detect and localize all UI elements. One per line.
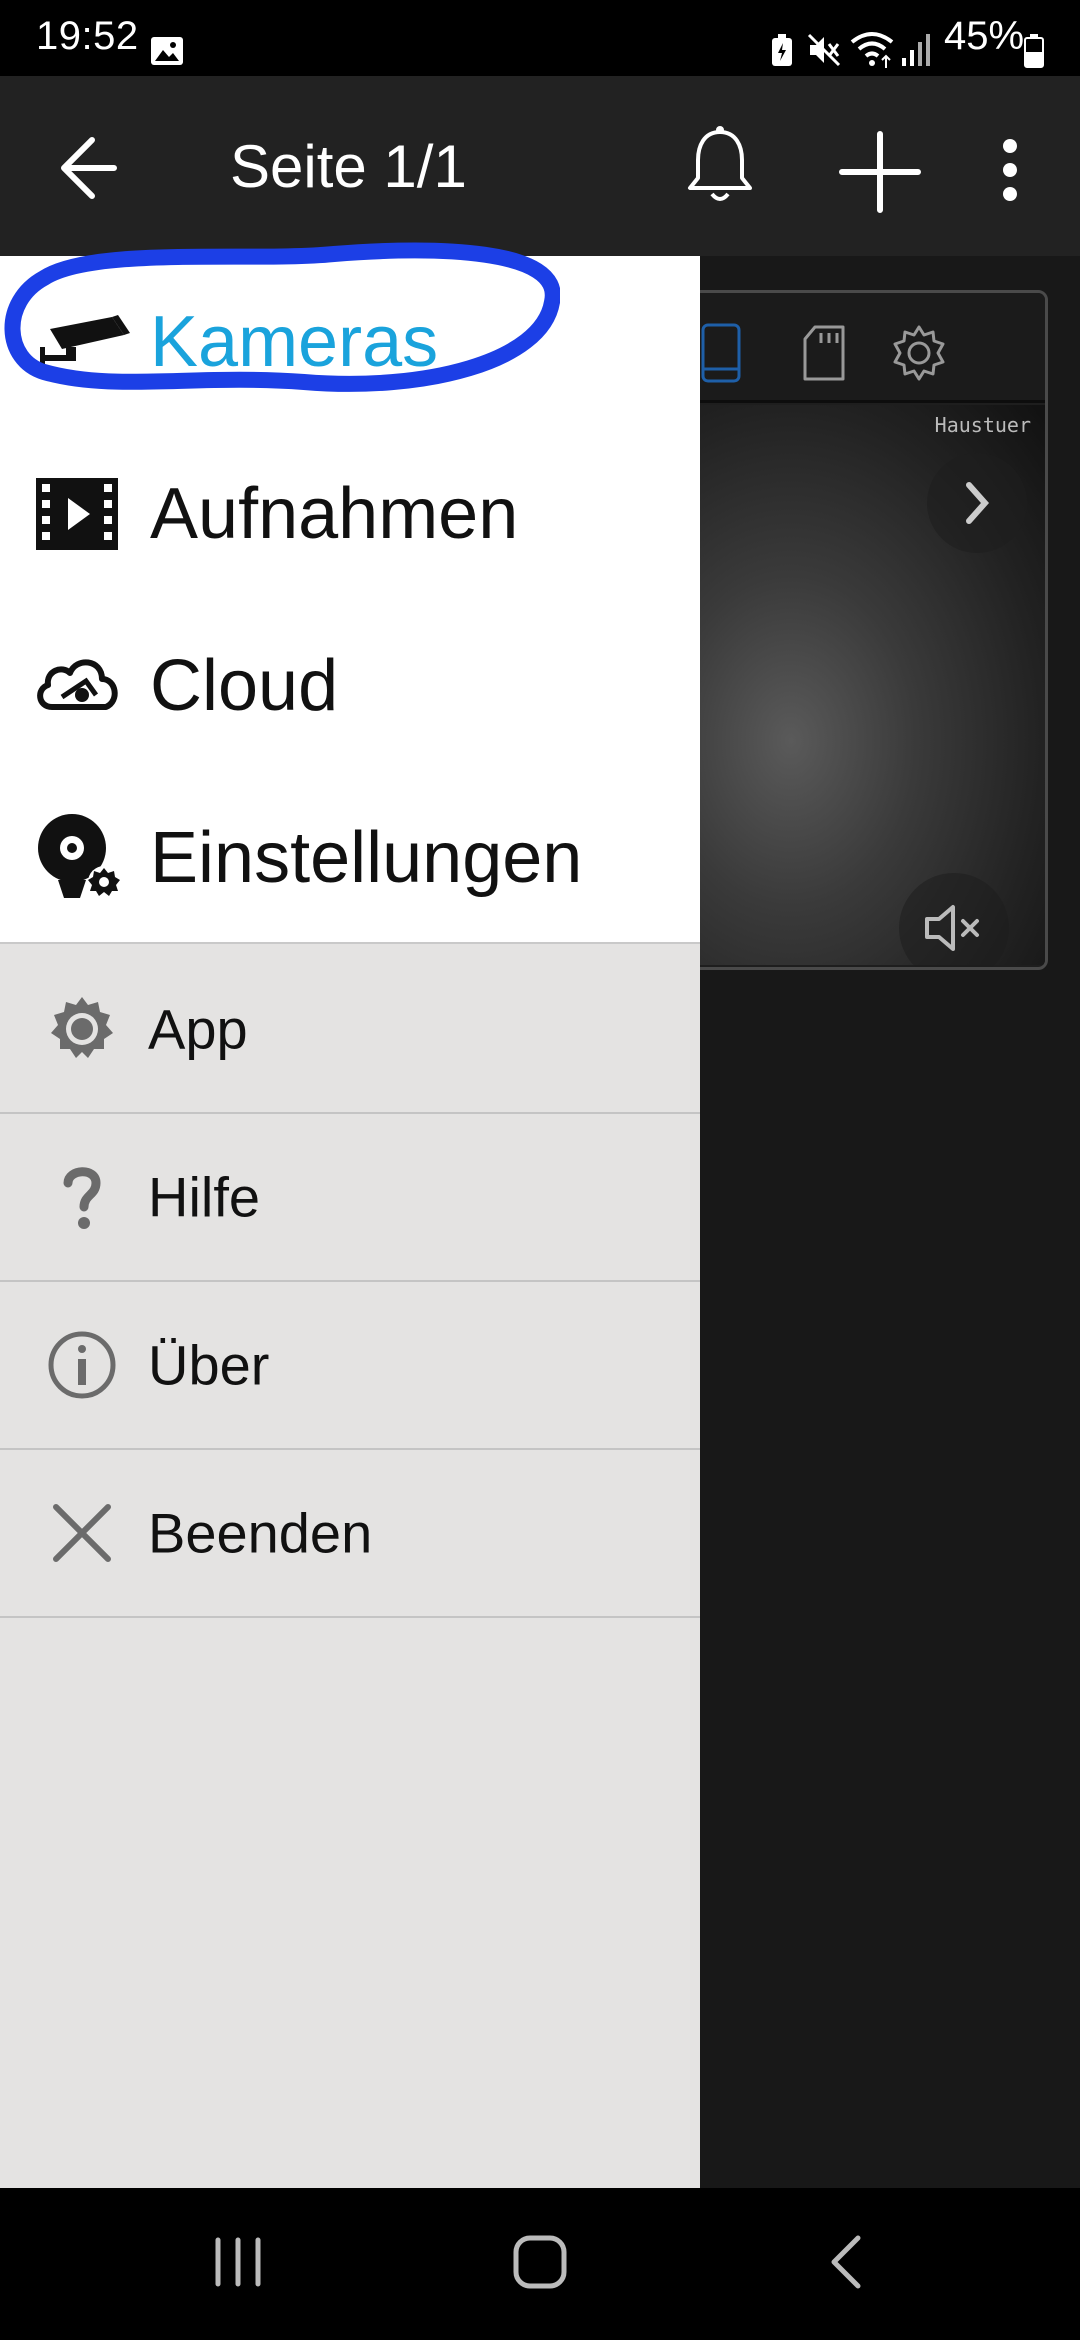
menu-item-label: Kameras [150,302,439,382]
signal-icon [902,34,930,66]
status-bar: 19:52 45% [0,0,1080,76]
menu-item-label: App [148,997,248,1061]
menu-item-beenden[interactable]: Beenden [0,1450,700,1618]
back-icon[interactable] [820,2232,876,2292]
wifi-icon [850,32,894,68]
menu-item-hilfe[interactable]: Hilfe [0,1114,700,1282]
home-icon[interactable] [510,2232,570,2292]
video-film-icon [36,478,118,550]
security-camera-icon [40,315,130,369]
menu-item-label: Hilfe [148,1165,261,1229]
menu-item-label: Einstellungen [150,818,583,898]
chevron-right-icon[interactable] [927,453,1027,553]
cloud-icon [37,659,118,710]
menu-item-label: Aufnahmen [150,474,519,554]
menu-item-kameras[interactable]: Kameras [0,242,700,428]
gallery-icon [151,37,183,65]
gear-icon [51,997,113,1058]
camera-settings-icon [38,814,120,898]
page-title: Seite 1/1 [230,133,467,200]
menu-item-label: Cloud [150,646,339,726]
camera-name: Haustuer [934,413,1031,437]
menu-item-aufnahmen[interactable]: Aufnahmen [0,428,700,600]
battery-saver-icon [772,34,792,66]
phone-icon[interactable] [699,323,743,383]
info-icon [48,1331,116,1399]
camera-gear-icon[interactable] [889,323,949,383]
system-nav-bar [0,2188,1080,2340]
battery-percentage: 45% [944,14,1025,58]
menu-item-cloud[interactable]: Cloud [0,600,700,772]
sd-card-icon[interactable] [799,323,849,383]
bell-icon[interactable] [680,122,760,212]
more-vert-icon[interactable] [990,134,1030,214]
recents-icon[interactable] [210,2232,266,2292]
menu-item-app[interactable]: App [0,946,700,1114]
menu-item-label: Über [148,1333,270,1397]
menu-item-ueber[interactable]: Über [0,1282,700,1450]
drawer-primary-section: Kameras Aufnahmen Cloud Einstellungen [0,242,700,944]
menu-item-label: Beenden [148,1501,373,1565]
app-bar: Seite 1/1 [0,76,1080,256]
close-icon [53,1504,111,1562]
question-icon [63,1167,101,1229]
status-time: 19:52 [36,14,139,58]
battery-icon [1024,34,1044,68]
mute-icon [807,33,841,67]
navigation-drawer: Kameras Aufnahmen Cloud Einstellungen Ap… [0,242,700,2188]
back-arrow-icon[interactable] [48,128,128,208]
menu-item-einstellungen[interactable]: Einstellungen [0,772,700,944]
plus-icon[interactable] [830,122,930,222]
